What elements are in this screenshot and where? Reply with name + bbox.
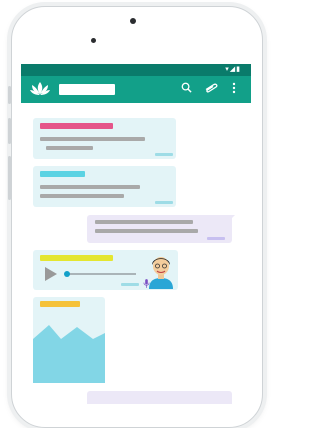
message-time <box>155 201 173 204</box>
message-bubble-outgoing[interactable] <box>87 391 232 404</box>
image-placeholder-icon[interactable] <box>33 323 105 383</box>
front-camera <box>130 18 136 24</box>
message-line <box>95 229 198 233</box>
message-bubble-incoming[interactable] <box>33 166 176 207</box>
message-bubble-incoming[interactable] <box>33 118 176 159</box>
audio-progress-knob[interactable] <box>64 271 70 277</box>
silent-switch <box>8 86 11 104</box>
status-icons: ▾◢▮ <box>225 66 241 73</box>
status-bar: ▾◢▮ <box>21 64 251 76</box>
microphone-icon <box>143 279 150 288</box>
proximity-sensor <box>91 38 96 43</box>
chat-area <box>21 103 251 404</box>
sender-tag <box>40 123 113 129</box>
image-message-bubble[interactable] <box>33 297 105 383</box>
message-bubble-outgoing[interactable] <box>87 215 232 243</box>
audio-track[interactable] <box>66 273 136 275</box>
message-line <box>40 194 124 198</box>
message-line <box>46 146 93 150</box>
paperclip-icon[interactable] <box>203 82 219 93</box>
app-title <box>59 84 115 95</box>
sender-tag <box>40 301 80 307</box>
message-line <box>40 137 145 141</box>
sender-tag <box>40 171 85 177</box>
message-time <box>155 153 173 156</box>
search-icon[interactable] <box>181 82 192 93</box>
sender-tag <box>40 255 113 261</box>
message-time <box>121 283 139 286</box>
more-vert-icon[interactable] <box>232 82 236 94</box>
phone-screen: ▾◢▮ <box>21 64 251 404</box>
volume-up-button <box>8 118 11 144</box>
avatar <box>149 257 173 289</box>
message-time <box>207 237 225 240</box>
volume-down-button <box>8 156 11 200</box>
app-bar <box>21 76 251 103</box>
play-icon[interactable] <box>45 267 57 281</box>
message-line <box>40 185 140 189</box>
lotus-logo-icon <box>30 82 50 95</box>
outgoing-bubble-tail <box>228 215 235 222</box>
message-line <box>95 220 193 224</box>
audio-message-bubble[interactable] <box>33 250 178 290</box>
